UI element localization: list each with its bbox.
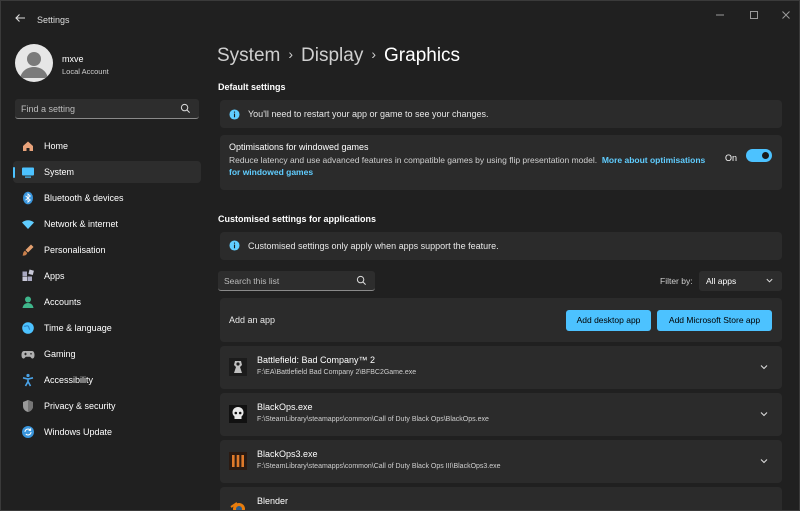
brush-icon [22, 244, 34, 256]
blackops-icon [229, 405, 247, 423]
app-name: BlackOps3.exe [257, 449, 318, 459]
sidebar-item-label: Privacy & security [44, 401, 116, 411]
back-arrow-icon[interactable] [11, 11, 29, 29]
search-icon [356, 275, 366, 285]
sidebar-item-system[interactable]: System [13, 161, 201, 183]
custom-info-text: Customised settings only apply when apps… [248, 241, 499, 251]
search-list-input[interactable] [224, 273, 349, 289]
optimisations-toggle[interactable] [746, 149, 772, 162]
find-setting-input[interactable] [21, 101, 171, 117]
sidebar-item-label: Gaming [44, 349, 76, 359]
account-type: Local Account [62, 67, 109, 76]
sidebar-item-label: Network & internet [44, 219, 119, 229]
find-setting-search[interactable] [15, 99, 199, 119]
optimisations-card: Optimisations for windowed games Reduce … [220, 135, 782, 190]
search-icon [180, 103, 190, 113]
search-list-box[interactable] [218, 271, 375, 291]
breadcrumb-system[interactable]: System [217, 45, 280, 66]
system-icon [22, 167, 34, 178]
add-app-label: Add an app [229, 315, 276, 325]
app-name: BlackOps.exe [257, 402, 313, 412]
avatar [15, 44, 53, 82]
app-list-item-blackops3[interactable]: BlackOps3.exe F:\SteamLibrary\steamapps\… [220, 440, 782, 483]
app-list-item-blackops[interactable]: BlackOps.exe F:\SteamLibrary\steamapps\c… [220, 393, 782, 436]
sidebar-item-label: Bluetooth & devices [44, 193, 124, 203]
blender-icon [230, 502, 245, 510]
accounts-icon [22, 296, 34, 308]
info-icon [229, 109, 240, 120]
chevron-down-icon [766, 278, 773, 283]
sidebar-item-apps[interactable]: Apps [13, 265, 201, 287]
app-title: Settings [37, 15, 70, 25]
bluetooth-icon [23, 191, 33, 205]
page-title: Graphics [384, 45, 461, 66]
sidebar-item-gaming[interactable]: Gaming [13, 343, 201, 365]
sidebar-item-label: Personalisation [44, 245, 106, 255]
chevron-right-icon: › [288, 46, 294, 62]
app-path: F:\SteamLibrary\steamapps\common\Call of… [257, 416, 489, 423]
settings-window: Settings mxve Local Account Home System [0, 0, 800, 511]
sidebar-item-label: Home [44, 141, 69, 151]
chevron-down-icon[interactable] [759, 362, 769, 372]
chevron-right-icon: › [371, 46, 377, 62]
sidebar-item-windows-update[interactable]: Windows Update [13, 421, 201, 443]
toggle-state-label: On [725, 153, 738, 163]
app-path: F:\SteamLibrary\steamapps\common\Call of… [257, 463, 501, 470]
globe-icon [22, 322, 34, 334]
app-path: F:\EA\Battlefield Bad Company 2\BFBC2Gam… [257, 369, 417, 376]
filter-dropdown[interactable]: All apps [699, 271, 782, 291]
sidebar-item-accessibility[interactable]: Accessibility [13, 369, 201, 391]
default-settings-heading: Default settings [218, 82, 286, 92]
sidebar-item-label: Accessibility [44, 375, 94, 385]
minimize-icon[interactable] [707, 9, 733, 27]
filter-label: Filter by: [660, 276, 693, 286]
add-store-app-button[interactable]: Add Microsoft Store app [657, 310, 772, 331]
sidebar-item-bluetooth[interactable]: Bluetooth & devices [13, 187, 201, 209]
restart-info-text: You'll need to restart your app or game … [248, 109, 489, 119]
sidebar-item-time-language[interactable]: Time & language [13, 317, 201, 339]
custom-info-card: Customised settings only apply when apps… [220, 232, 782, 260]
sidebar-item-personalisation[interactable]: Personalisation [13, 239, 201, 261]
app-list-item-blender[interactable]: Blender [220, 487, 782, 510]
apps-icon [22, 269, 34, 281]
chevron-down-icon[interactable] [759, 409, 769, 419]
custom-settings-heading: Customised settings for applications [218, 214, 377, 224]
app-list-item-battlefield[interactable]: Battlefield: Bad Company™ 2 F:\EA\Battle… [220, 346, 782, 389]
sidebar-item-label: Time & language [44, 323, 112, 333]
sidebar-item-label: Apps [44, 271, 65, 281]
sidebar-item-network[interactable]: Network & internet [13, 213, 201, 235]
optimisations-description: Reduce latency and use advanced features… [229, 154, 709, 178]
close-icon[interactable] [773, 9, 799, 27]
filter-value: All apps [706, 276, 737, 286]
home-icon [23, 141, 33, 151]
app-name: Battlefield: Bad Company™ 2 [257, 355, 376, 365]
app-name: Blender [257, 496, 289, 506]
sidebar-item-label: System [44, 167, 75, 177]
wifi-icon [22, 220, 34, 229]
blackops3-icon [229, 452, 247, 470]
info-icon [229, 240, 240, 251]
sidebar-item-home[interactable]: Home [13, 135, 201, 157]
sidebar-item-accounts[interactable]: Accounts [13, 291, 201, 313]
optimisations-title: Optimisations for windowed games [229, 142, 369, 152]
sidebar-item-label: Windows Update [44, 427, 113, 437]
active-indicator [13, 167, 15, 178]
accessibility-icon [22, 373, 34, 387]
shield-icon [23, 400, 33, 412]
update-icon [22, 426, 34, 438]
sidebar-item-label: Accounts [44, 297, 82, 307]
gaming-icon [21, 351, 35, 359]
title-bar: Settings [1, 1, 799, 37]
toggle-knob [762, 152, 769, 159]
battlefield-icon [229, 358, 247, 376]
optimisations-description-text: Reduce latency and use advanced features… [229, 155, 598, 165]
chevron-down-icon[interactable] [759, 456, 769, 466]
add-desktop-app-button[interactable]: Add desktop app [566, 310, 651, 331]
sidebar-item-privacy[interactable]: Privacy & security [13, 395, 201, 417]
breadcrumb-display[interactable]: Display [301, 45, 363, 66]
maximize-icon[interactable] [741, 9, 767, 27]
breadcrumb: System › Display › Graphics [217, 45, 460, 67]
user-name: mxve [62, 54, 84, 64]
restart-info-card: You'll need to restart your app or game … [220, 100, 782, 128]
